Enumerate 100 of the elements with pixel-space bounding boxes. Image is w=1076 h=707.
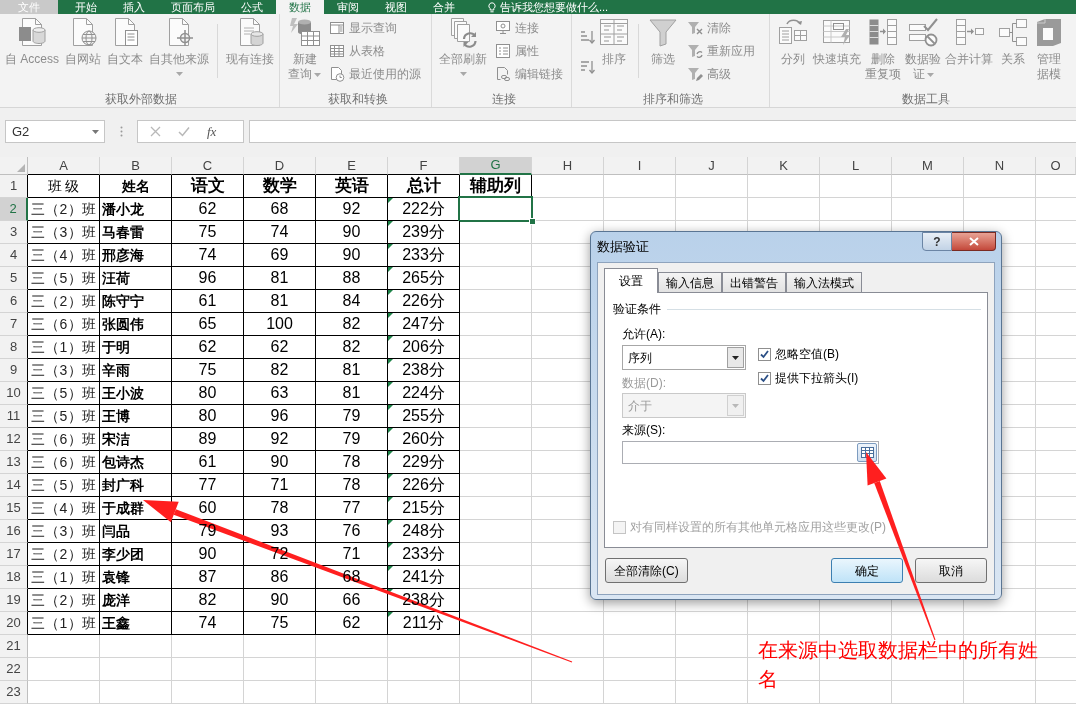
table-cell-text: 248分 — [402, 521, 445, 541]
row-header[interactable]: 17 — [0, 543, 28, 566]
range-select-button[interactable] — [857, 443, 877, 462]
source-field[interactable] — [622, 441, 879, 464]
table-header: 班 级 — [47, 176, 80, 196]
table-header: 姓名 — [121, 176, 150, 196]
ribbon-tab[interactable]: 公式 — [228, 0, 276, 14]
column-header[interactable]: A — [28, 157, 100, 175]
column-header[interactable]: H — [532, 157, 604, 175]
column-header[interactable]: G — [460, 157, 532, 175]
ribbon-tab[interactable]: 视图 — [372, 0, 420, 14]
table-cell-text: 82 — [342, 314, 361, 334]
row-header[interactable]: 7 — [0, 313, 28, 336]
table-cell-text: 74 — [198, 245, 217, 265]
annotation-text: 在来源中选取数据栏中的所有姓名 — [758, 638, 1039, 692]
close-icon — [968, 237, 979, 246]
group-label: 数据工具 — [900, 92, 951, 106]
row-header[interactable]: 3 — [0, 221, 28, 244]
ribbon-tab[interactable]: 页面布局 — [158, 0, 228, 14]
tell-me-search[interactable]: 告诉我您想要做什么... — [500, 0, 609, 14]
column-header[interactable]: L — [820, 157, 892, 175]
table-cell-text: 69 — [270, 245, 289, 265]
row-header[interactable]: 1 — [0, 175, 28, 198]
table-cell-text: 汪荷 — [101, 268, 130, 288]
table-cell-text: 78 — [342, 475, 361, 495]
row-header[interactable]: 19 — [0, 589, 28, 612]
group-label: 排序和筛选 — [642, 92, 704, 106]
sort-ascending-icon[interactable] — [579, 29, 595, 45]
row-header[interactable]: 11 — [0, 405, 28, 428]
name-box[interactable]: G2 — [5, 120, 105, 143]
table-cell-text: 王小波 — [101, 383, 144, 403]
dialog-tab[interactable]: 输入信息 — [658, 272, 722, 293]
active-cell[interactable] — [458, 196, 533, 222]
table-cell-text: 65 — [198, 314, 217, 334]
column-header[interactable]: K — [748, 157, 820, 175]
row-header[interactable]: 10 — [0, 382, 28, 405]
row-header[interactable]: 9 — [0, 359, 28, 382]
row-header[interactable]: 12 — [0, 428, 28, 451]
ribbon-tab[interactable]: 插入 — [110, 0, 158, 14]
row-header[interactable]: 20 — [0, 612, 28, 635]
column-header[interactable]: F — [388, 157, 460, 175]
dialog-button[interactable]: 全部清除(C) — [605, 558, 688, 583]
checkbox[interactable] — [758, 347, 771, 361]
column-header[interactable]: E — [316, 157, 388, 175]
row-header[interactable]: 14 — [0, 474, 28, 497]
fill-handle[interactable] — [529, 218, 536, 225]
checkbox[interactable] — [758, 371, 771, 385]
table-cell-text: 三（6）班 — [31, 452, 96, 472]
triangle-icon — [17, 164, 25, 172]
select-field[interactable]: 序列 — [622, 345, 746, 370]
row-header[interactable]: 16 — [0, 520, 28, 543]
checkbox-label: 提供下拉箭头(I) — [775, 369, 859, 387]
row-header[interactable]: 15 — [0, 497, 28, 520]
row-header[interactable]: 6 — [0, 290, 28, 313]
table-cell-text: 马春雷 — [101, 222, 144, 242]
column-header[interactable]: N — [964, 157, 1036, 175]
sort-descending-icon[interactable] — [579, 59, 595, 75]
dialog-button[interactable]: 确定 — [831, 558, 903, 583]
row-header[interactable]: 23 — [0, 681, 28, 704]
column-header[interactable]: C — [172, 157, 244, 175]
table-cell-text: 215分 — [402, 498, 445, 518]
column-header[interactable]: B — [100, 157, 172, 175]
table-cell-text: 80 — [198, 383, 217, 403]
table-cell-text: 78 — [270, 498, 289, 518]
table-cell-text: 三（4）班 — [31, 498, 96, 518]
table-header: 总计 — [406, 175, 441, 198]
table-cell-text: 84 — [342, 291, 361, 311]
row-header[interactable]: 4 — [0, 244, 28, 267]
close-button[interactable] — [952, 232, 996, 251]
row-header[interactable]: 5 — [0, 267, 28, 290]
ribbon-tab[interactable]: 合并 — [420, 0, 468, 14]
insert-function-button[interactable]: fx — [207, 121, 217, 142]
help-button[interactable]: ? — [922, 232, 952, 251]
dialog-title: 数据验证 — [597, 238, 649, 256]
column-header[interactable]: D — [244, 157, 316, 175]
dialog-button[interactable]: 取消 — [915, 558, 987, 583]
column-header[interactable]: M — [892, 157, 964, 175]
table-cell-text: 三（2）班 — [31, 199, 96, 219]
table-cell-text: 211分 — [402, 613, 445, 633]
dialog-tab[interactable]: 输入法模式 — [786, 272, 862, 293]
row-header[interactable]: 2 — [0, 198, 28, 221]
row-header[interactable]: 22 — [0, 658, 28, 681]
ribbon-tab[interactable]: 开始 — [62, 0, 110, 14]
dialog-tab[interactable]: 出错警告 — [722, 272, 786, 293]
table-icon — [329, 42, 345, 59]
table-cell-text: 79 — [342, 429, 361, 449]
formula-field[interactable] — [249, 120, 1076, 143]
row-header[interactable]: 13 — [0, 451, 28, 474]
table-cell-text: 81 — [342, 360, 361, 380]
dialog-tab[interactable]: 设置 — [604, 268, 658, 293]
ribbon-tab[interactable]: 审阅 — [324, 0, 372, 14]
cancel-icon[interactable] — [150, 126, 161, 137]
row-header[interactable]: 8 — [0, 336, 28, 359]
row-header[interactable]: 21 — [0, 635, 28, 658]
column-header[interactable]: O — [1036, 157, 1076, 175]
row-header[interactable]: 18 — [0, 566, 28, 589]
ribbon-tab[interactable]: 数据 — [276, 0, 324, 14]
column-header[interactable]: J — [676, 157, 748, 175]
column-header[interactable]: I — [604, 157, 676, 175]
enter-icon[interactable] — [178, 126, 190, 137]
